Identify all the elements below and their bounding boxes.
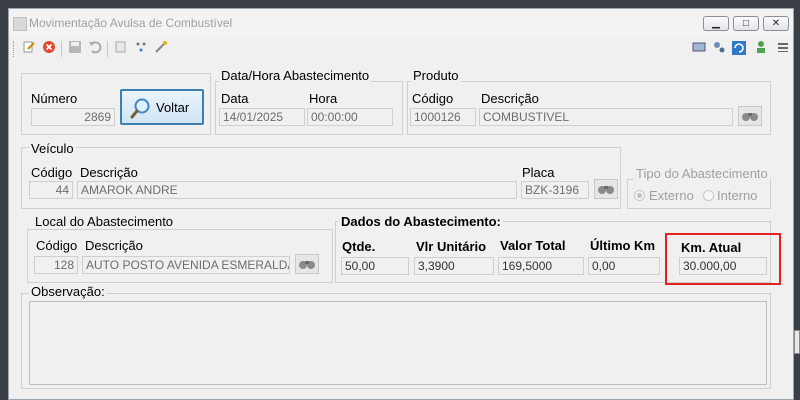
report-icon[interactable]: [691, 40, 707, 56]
toolbar-separator: [107, 41, 108, 57]
tipo-title: Tipo do Abastecimento: [634, 166, 770, 181]
maximize-button[interactable]: □: [733, 16, 759, 31]
scrollbar-fragment[interactable]: [794, 330, 800, 354]
hora-label: Hora: [309, 91, 338, 106]
minimize-button[interactable]: ▁: [703, 16, 729, 31]
magnifier-icon: [130, 98, 150, 119]
data-label: Data: [221, 91, 249, 106]
qtde-label: Qtde.: [342, 239, 376, 254]
window-title: Movimentação Avulsa de Combustível: [29, 16, 233, 30]
externo-radio[interactable]: [634, 190, 645, 201]
vlr-unitario-field[interactable]: 3,3900: [414, 257, 494, 275]
save-icon[interactable]: [67, 40, 83, 56]
toolbar-separator: [61, 41, 62, 57]
observacao-textarea[interactable]: [29, 301, 767, 385]
menu-icon[interactable]: [775, 40, 791, 56]
interno-radio[interactable]: [703, 190, 714, 201]
observacao-title: Observação:: [29, 284, 107, 299]
local-codigo-label: Código: [36, 238, 78, 253]
move-icon[interactable]: [133, 40, 149, 56]
local-descricao-field[interactable]: AUTO POSTO AVENIDA ESMERALDA: [82, 256, 290, 274]
produto-descricao-label: Descrição: [481, 91, 539, 106]
binoculars-icon: [299, 261, 315, 269]
local-lookup-button[interactable]: [295, 254, 319, 274]
dados-title: Dados do Abastecimento:: [339, 214, 503, 229]
produto-title: Produto: [411, 68, 461, 83]
edit-icon[interactable]: [21, 40, 37, 56]
ultimo-km-label: Último Km: [590, 238, 655, 253]
veiculo-codigo-label: Código: [31, 165, 73, 180]
produto-descricao-field[interactable]: COMBUSTIVEL: [479, 108, 733, 126]
local-codigo-field[interactable]: 128: [34, 256, 78, 274]
local-descricao-label: Descrição: [85, 238, 143, 253]
refresh-icon[interactable]: [731, 40, 747, 56]
veiculo-title: Veículo: [29, 141, 76, 156]
undo-icon[interactable]: [87, 40, 103, 56]
produto-lookup-button[interactable]: [738, 106, 762, 126]
main-window: Movimentação Avulsa de Combustível ▁ □ ✕: [8, 8, 794, 400]
externo-label: Externo: [649, 188, 694, 203]
veiculo-lookup-button[interactable]: [594, 179, 618, 199]
cancel-icon[interactable]: [41, 40, 57, 56]
app-icon: [13, 17, 27, 31]
voltar-button[interactable]: Voltar: [120, 89, 204, 125]
interno-label: Interno: [717, 188, 758, 203]
veiculo-codigo-field[interactable]: 44: [29, 181, 73, 199]
hora-field[interactable]: 00:00:00: [307, 108, 393, 126]
settings-icon[interactable]: [711, 40, 727, 56]
voltar-label: Voltar: [156, 100, 190, 115]
user-icon[interactable]: [753, 40, 769, 56]
data-hora-title: Data/Hora Abastecimento: [219, 68, 372, 83]
magic-icon[interactable]: [153, 40, 169, 56]
placa-field[interactable]: BZK-3196: [521, 181, 589, 199]
toolbar: [9, 37, 793, 61]
local-title: Local do Abastecimento: [33, 214, 176, 229]
data-field[interactable]: 14/01/2025: [219, 108, 305, 126]
numero-label: Número: [31, 91, 78, 106]
numero-field[interactable]: 2869: [31, 108, 115, 126]
km-atual-highlight: [665, 233, 781, 285]
ultimo-km-field[interactable]: 0,00: [588, 257, 660, 275]
veiculo-descricao-field[interactable]: AMAROK ANDRE: [77, 181, 517, 199]
copy-icon[interactable]: [113, 40, 129, 56]
valor-total-label: Valor Total: [500, 238, 566, 253]
veiculo-descricao-label: Descrição: [80, 165, 138, 180]
binoculars-icon: [742, 113, 758, 121]
toolbar-grip: [13, 41, 16, 57]
close-button[interactable]: ✕: [763, 16, 789, 31]
produto-codigo-field[interactable]: 1000126: [410, 108, 476, 126]
placa-label: Placa: [522, 165, 555, 180]
valor-total-field[interactable]: 169,5000: [498, 257, 584, 275]
qtde-field[interactable]: 50,00: [341, 257, 409, 275]
title-bar: Movimentação Avulsa de Combustível ▁ □ ✕: [9, 9, 793, 37]
produto-codigo-label: Código: [412, 91, 454, 106]
binoculars-icon: [598, 186, 614, 194]
vlr-unitario-label: Vlr Unitário: [416, 239, 487, 254]
